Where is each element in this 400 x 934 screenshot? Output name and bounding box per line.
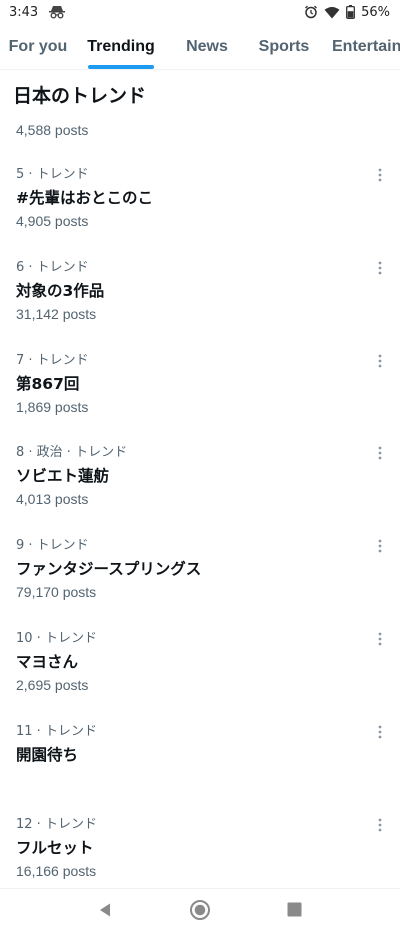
home-button[interactable] (182, 894, 218, 930)
trend-item[interactable]: 7 · トレンド 第867回 1,869 posts (0, 331, 400, 424)
trend-item[interactable]: 10 · トレンド マヨさん 2,695 posts (0, 609, 400, 702)
status-right: 56% (304, 5, 390, 20)
trend-meta: 8 · 政治 · トレンド (16, 445, 128, 461)
tab-bar: For you Trending News Sports Entertain (0, 24, 400, 70)
trend-meta: 12 · トレンド (16, 816, 97, 832)
back-button[interactable] (87, 894, 123, 930)
more-options-icon[interactable] (372, 167, 388, 183)
trend-meta: 5 · トレンド (16, 167, 89, 182)
trend-item[interactable]: 8 · 政治 · トレンド ソビエト蓮舫 4,013 posts (0, 423, 400, 516)
trend-posts: 1,869 posts (16, 398, 89, 415)
more-options-icon[interactable] (372, 724, 388, 740)
trend-name: マヨさん (16, 652, 79, 671)
trend-item[interactable]: 9 · トレンド ファンタジースプリングス 79,170 posts (0, 516, 400, 609)
trend-meta: 6 · トレンド (16, 259, 89, 275)
trend-name: #先輩はおとこのこ (16, 189, 153, 207)
more-options-icon[interactable] (372, 817, 388, 833)
status-bar: 3:43 56% (0, 0, 400, 24)
trend-meta: 10 · トレンド (16, 630, 97, 646)
recents-button[interactable] (277, 894, 313, 930)
more-options-icon[interactable] (372, 538, 388, 554)
tab-label: Trending (87, 37, 155, 55)
tab-news[interactable]: News (166, 24, 248, 69)
battery-percent: 56% (361, 4, 390, 20)
trend-posts: 2,695 posts (16, 676, 89, 693)
more-options-icon[interactable] (372, 445, 388, 461)
tab-entertainment[interactable]: Entertain (320, 24, 400, 69)
trend-name: 開園待ち (16, 745, 79, 764)
battery-icon (346, 5, 356, 19)
trend-name: 第867回 (16, 374, 80, 393)
trend-posts: 79,170 posts (16, 584, 97, 601)
trend-posts: 4,588 posts (16, 122, 89, 138)
trend-item[interactable]: 11 · トレンド 開園待ち (0, 702, 400, 795)
trend-meta: 11 · トレンド (16, 723, 97, 739)
trend-item[interactable]: 12 · トレンド フルセット 16,166 posts (0, 795, 400, 888)
trend-name: 対象の3作品 (16, 281, 105, 300)
trend-posts: 4,905 posts (16, 213, 89, 229)
trend-item[interactable]: 5 · トレンド #先輩はおとこのこ 4,905 posts (0, 145, 400, 238)
tab-label: News (186, 37, 228, 55)
trend-meta: 9 · トレンド (16, 538, 89, 554)
trend-meta: 7 · トレンド (16, 352, 89, 368)
more-options-icon[interactable] (372, 353, 388, 369)
trend-name: ファンタジースプリングス (16, 560, 202, 579)
wifi-icon (324, 6, 340, 19)
trend-posts: 4,013 posts (16, 491, 89, 508)
trend-posts: 31,142 posts (16, 305, 97, 322)
trend-name: ソビエト蓮舫 (16, 467, 110, 486)
tab-trending[interactable]: Trending (76, 24, 166, 69)
tab-label: For you (8, 37, 68, 55)
status-left: 3:43 (9, 5, 66, 20)
tab-label: Entertain (332, 37, 400, 55)
incognito-icon (48, 5, 66, 19)
more-options-icon[interactable] (372, 631, 388, 647)
back-icon (97, 902, 113, 922)
tab-for-you[interactable]: For you (0, 24, 76, 69)
active-tab-indicator (88, 65, 154, 69)
home-icon (189, 899, 211, 925)
status-time: 3:43 (9, 4, 39, 20)
trend-item[interactable]: 6 · トレンド 対象の3作品 31,142 posts (0, 238, 400, 331)
section-header: 日本のトレンド (0, 74, 400, 114)
trend-name: フルセット (16, 838, 94, 857)
more-options-icon[interactable] (372, 260, 388, 276)
tab-sports[interactable]: Sports (248, 24, 320, 69)
system-nav-bar (0, 888, 400, 934)
trend-list: 5 · トレンド #先輩はおとこのこ 4,905 posts 6 · トレンド … (0, 145, 400, 887)
trend-posts: 16,166 posts (16, 862, 97, 879)
section-title: 日本のトレンド (13, 84, 147, 107)
alarm-icon (304, 5, 318, 19)
tab-label: Sports (258, 37, 310, 55)
recents-icon (287, 902, 302, 921)
